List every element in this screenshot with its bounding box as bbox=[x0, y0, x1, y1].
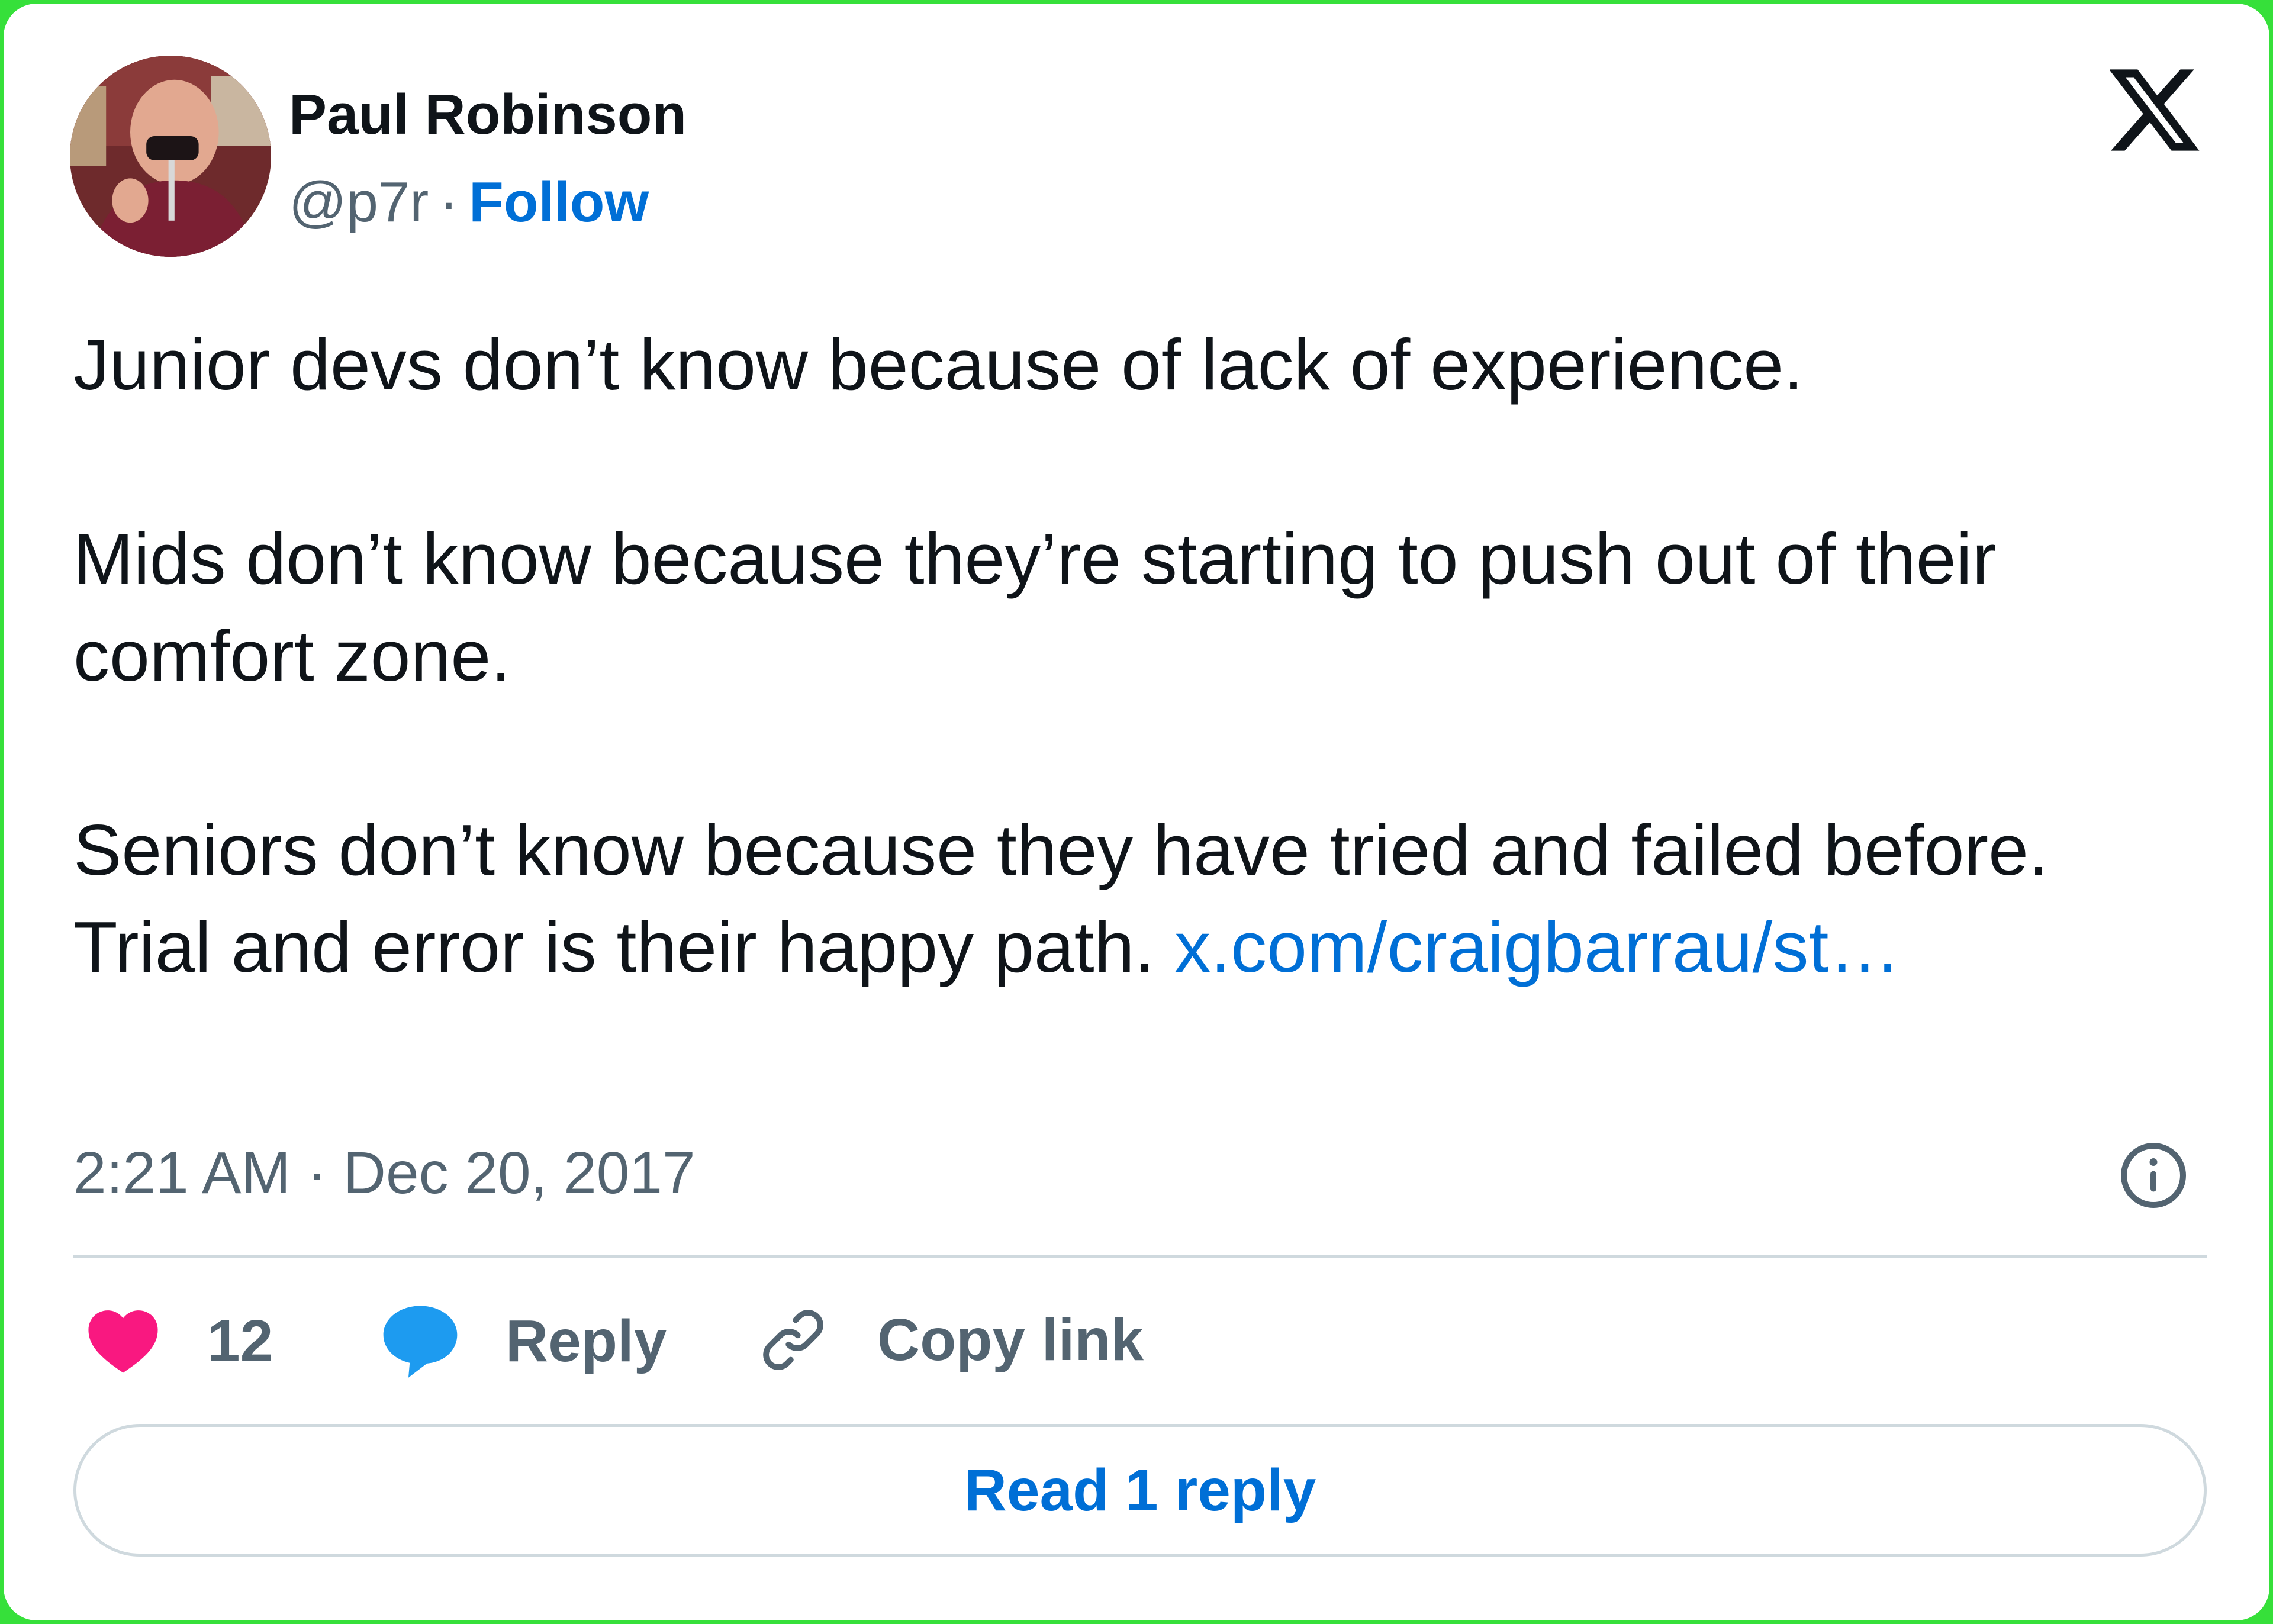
reply-label: Reply bbox=[506, 1308, 667, 1374]
heart-icon bbox=[88, 1310, 158, 1373]
link-icon bbox=[763, 1310, 823, 1370]
reply-button[interactable]: Reply bbox=[380, 1303, 667, 1379]
tweet-text: Junior devs don’t know because of lack o… bbox=[73, 316, 2204, 995]
tweet-paragraph: Junior devs don’t know because of lack o… bbox=[73, 324, 1804, 405]
tweet-paragraph: Mids don’t know because they’re starting… bbox=[73, 518, 1997, 696]
copy-link-label: Copy link bbox=[877, 1307, 1144, 1373]
speech-bubble-icon bbox=[383, 1306, 458, 1378]
like-button[interactable]: 12 bbox=[86, 1306, 273, 1377]
avatar-photo-icon bbox=[70, 56, 271, 257]
tweet-quoted-link[interactable]: x.com/​craigbarrau/st… bbox=[1174, 907, 1901, 987]
tweet-paragraph: Seniors don’t know because they have tri… bbox=[73, 801, 2204, 995]
author-handle[interactable]: @p7r bbox=[289, 170, 429, 234]
copy-link-button[interactable]: Copy link bbox=[756, 1303, 1144, 1377]
follow-link[interactable]: Follow bbox=[469, 170, 649, 234]
like-count: 12 bbox=[207, 1308, 273, 1374]
read-replies-button[interactable]: Read 1 reply bbox=[73, 1424, 2207, 1557]
author-avatar[interactable] bbox=[70, 56, 271, 257]
author-name[interactable]: Paul Robinson bbox=[289, 79, 687, 150]
divider bbox=[73, 1255, 2207, 1258]
author-handle-row: @p7r · Follow bbox=[289, 167, 649, 238]
x-logo-icon[interactable] bbox=[2110, 69, 2200, 152]
tweet-card: Paul Robinson @p7r · Follow Junior devs do… bbox=[4, 4, 2269, 1620]
tweet-timestamp[interactable]: 2:21 AM · Dec 20, 2017 bbox=[73, 1138, 696, 1209]
handle-separator: · bbox=[439, 170, 459, 234]
info-icon[interactable] bbox=[2118, 1140, 2189, 1211]
